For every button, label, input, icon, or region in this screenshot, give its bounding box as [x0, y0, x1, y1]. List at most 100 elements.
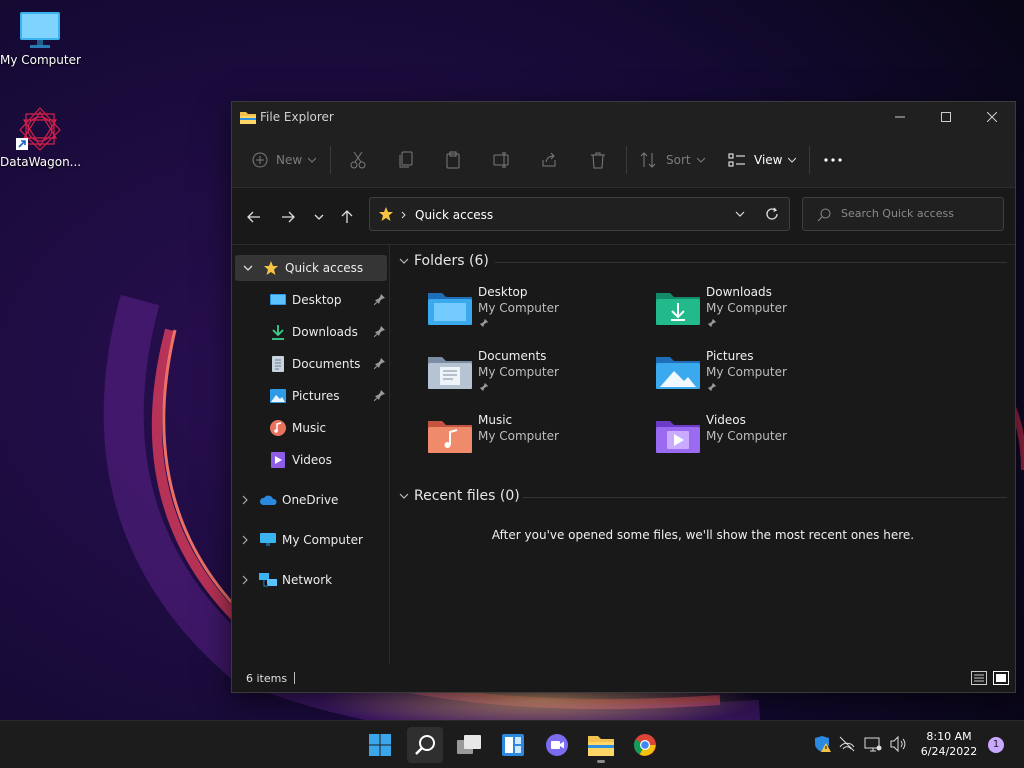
chat-button[interactable]: [539, 727, 575, 763]
recent-files-section-header[interactable]: Recent files (0): [399, 488, 520, 504]
music-icon: [268, 418, 288, 438]
cut-button[interactable]: [350, 148, 366, 172]
view-button[interactable]: View: [728, 148, 797, 172]
datawagon-shortcut-icon: [16, 107, 61, 151]
more-options-button[interactable]: [824, 148, 842, 172]
network-icon: [258, 570, 278, 590]
downloads-folder-icon: [656, 293, 700, 325]
monitor-icon: [258, 530, 278, 550]
toolbar-divider: [330, 146, 331, 174]
notification-badge[interactable]: 1: [988, 737, 1004, 753]
nav-item-desktop[interactable]: Desktop: [268, 287, 388, 313]
new-button[interactable]: New: [252, 148, 317, 172]
taskbar: 8:10 AM 6/24/2022 1: [0, 720, 1024, 768]
monitor-icon: [20, 12, 60, 48]
up-button[interactable]: [336, 206, 358, 228]
chrome-button[interactable]: [627, 727, 663, 763]
refresh-icon[interactable]: [765, 207, 779, 221]
display-icon[interactable]: [864, 735, 882, 753]
taskbar-search-button[interactable]: [407, 727, 443, 763]
nav-item-onedrive[interactable]: OneDrive: [242, 487, 387, 513]
title-bar[interactable]: File Explorer: [232, 102, 1015, 132]
chevron-right-icon: [242, 575, 248, 585]
desktop-icon-my-computer[interactable]: My Computer: [0, 10, 81, 67]
new-label: New: [276, 153, 303, 167]
copy-button[interactable]: [398, 148, 414, 172]
delete-button[interactable]: [590, 148, 606, 172]
address-bar[interactable]: Quick access: [369, 197, 790, 231]
taskbar-clock[interactable]: 8:10 AM 6/24/2022: [916, 729, 982, 759]
chevron-right-icon: [401, 211, 406, 219]
search-icon: [415, 735, 435, 755]
maximize-button[interactable]: [923, 102, 969, 132]
share-button[interactable]: [541, 148, 557, 172]
chevron-down-icon[interactable]: [735, 211, 745, 217]
nav-item-label: Documents: [292, 357, 361, 371]
documents-folder-icon: [428, 357, 472, 389]
search-input[interactable]: [841, 207, 991, 220]
volume-icon[interactable]: [889, 735, 907, 753]
sort-button[interactable]: Sort: [640, 148, 705, 172]
navigation-pane: Quick access Desktop Downloads Documents…: [232, 245, 390, 665]
nav-item-documents[interactable]: Documents: [268, 351, 388, 377]
command-bar: New Sort View: [232, 132, 1015, 188]
close-button[interactable]: [969, 102, 1015, 132]
download-icon: [268, 322, 288, 342]
nav-item-label: Desktop: [292, 293, 342, 307]
nav-item-network[interactable]: Network: [242, 567, 387, 593]
chevron-down-icon: [314, 214, 324, 220]
folder-tile-music[interactable]: Music My Computer: [428, 413, 648, 471]
folder-location: My Computer: [478, 365, 559, 379]
nav-item-my-computer[interactable]: My Computer: [242, 527, 387, 553]
windows-logo-icon: [369, 734, 391, 756]
rename-button[interactable]: [493, 148, 511, 172]
paste-button[interactable]: [445, 148, 461, 172]
section-divider: [523, 497, 1007, 498]
network-disconnected-icon[interactable]: [838, 735, 856, 753]
file-explorer-taskbar-button[interactable]: [583, 727, 619, 763]
start-button[interactable]: [362, 727, 398, 763]
security-warning-icon[interactable]: [814, 735, 832, 753]
chevron-down-icon: [308, 157, 317, 163]
folder-tile-pictures[interactable]: Pictures My Computer: [656, 349, 876, 407]
chevron-down-icon: [399, 493, 409, 499]
pin-icon: [479, 382, 489, 392]
arrow-right-icon: [282, 211, 295, 223]
nav-item-pictures[interactable]: Pictures: [268, 383, 388, 409]
file-explorer-icon: [588, 736, 614, 756]
widgets-icon: [502, 734, 524, 756]
folders-section-header[interactable]: Folders (6): [399, 253, 489, 269]
trash-icon: [591, 152, 605, 169]
running-indicator: [597, 760, 605, 763]
tiles-view-icon[interactable]: [993, 671, 1009, 685]
folder-name: Videos: [706, 413, 746, 427]
desktop-icon: [268, 290, 288, 310]
minimize-button[interactable]: [877, 102, 923, 132]
arrow-left-icon: [247, 211, 260, 223]
nav-item-quick-access[interactable]: Quick access: [235, 255, 387, 281]
folder-name: Music: [478, 413, 513, 427]
forward-button[interactable]: [277, 206, 299, 228]
nav-item-videos[interactable]: Videos: [268, 447, 388, 473]
sort-icon: [640, 152, 656, 168]
folder-tile-videos[interactable]: Videos My Computer: [656, 413, 876, 471]
desktop-icon-datawagon[interactable]: DataWagon...: [0, 106, 82, 169]
nav-item-label: Videos: [292, 453, 332, 467]
recent-locations-button[interactable]: [308, 206, 330, 228]
nav-item-label: My Computer: [282, 533, 363, 547]
widgets-button[interactable]: [495, 727, 531, 763]
chevron-down-icon: [243, 265, 253, 271]
desktop-icon-label: DataWagon...: [0, 155, 82, 169]
folder-tile-downloads[interactable]: Downloads My Computer: [656, 285, 876, 343]
music-folder-icon: [428, 421, 472, 453]
task-view-button[interactable]: [451, 727, 487, 763]
nav-item-downloads[interactable]: Downloads: [268, 319, 388, 345]
nav-item-label: Network: [282, 573, 333, 587]
back-button[interactable]: [243, 206, 265, 228]
folder-tile-desktop[interactable]: Desktop My Computer: [428, 285, 648, 343]
search-box[interactable]: [802, 197, 1004, 231]
recent-files-empty-message: After you've opened some files, we'll sh…: [491, 528, 915, 542]
details-view-icon[interactable]: [971, 671, 987, 685]
folder-tile-documents[interactable]: Documents My Computer: [428, 349, 648, 407]
nav-item-music[interactable]: Music: [268, 415, 388, 441]
